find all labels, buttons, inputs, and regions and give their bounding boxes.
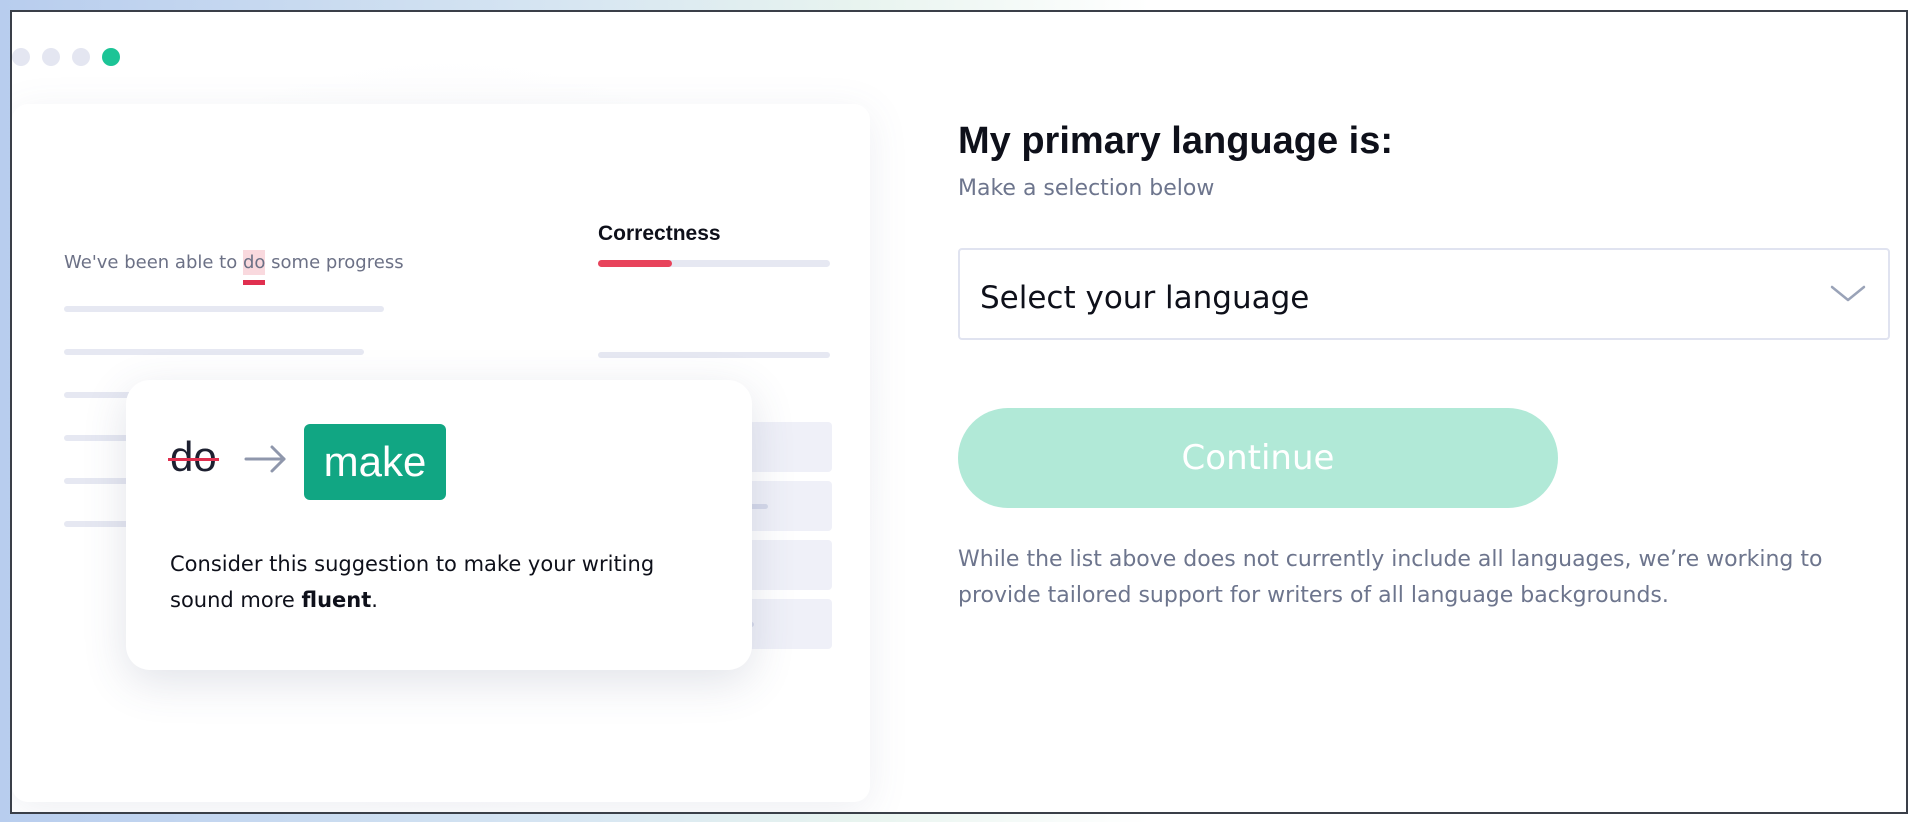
message-text: Consider this suggestion to make your wr… [170,552,655,612]
language-support-note: While the list above does not currently … [958,547,1823,608]
correctness-progress-fill [598,260,673,267]
correctness-progress [598,260,830,267]
sample-sentence: We've been able to do some progress [64,250,404,275]
page-title: My primary language is: [958,120,1394,162]
app-window: We've been able to do some progress Corr… [10,10,1908,814]
flagged-word: do [242,250,266,275]
suggestion-card: do make Consider this suggestion to make… [126,380,752,670]
placeholder-line [598,352,830,358]
illustration-panel: We've been able to do some progress Corr… [12,104,870,802]
sentence-text: We've been able to [64,252,243,273]
chevron-down-icon [1830,285,1866,302]
message-text: . [371,588,378,612]
placeholder-line [64,349,364,355]
language-select[interactable]: Select your language [958,248,1890,340]
language-select-placeholder: Select your language [980,280,1310,316]
arrow-right-icon [244,445,286,473]
replacement-word: make [304,424,446,500]
placeholder-line [64,306,384,312]
continue-button[interactable]: Continue [958,408,1558,508]
suggestion-message: Consider this suggestion to make your wr… [170,546,710,618]
sentence-text: some progress [265,252,404,273]
correctness-label: Correctness [598,222,721,245]
message-emphasis: fluent [301,588,372,612]
original-word: do [168,433,219,480]
page-subtitle: Make a selection below [958,176,1215,201]
